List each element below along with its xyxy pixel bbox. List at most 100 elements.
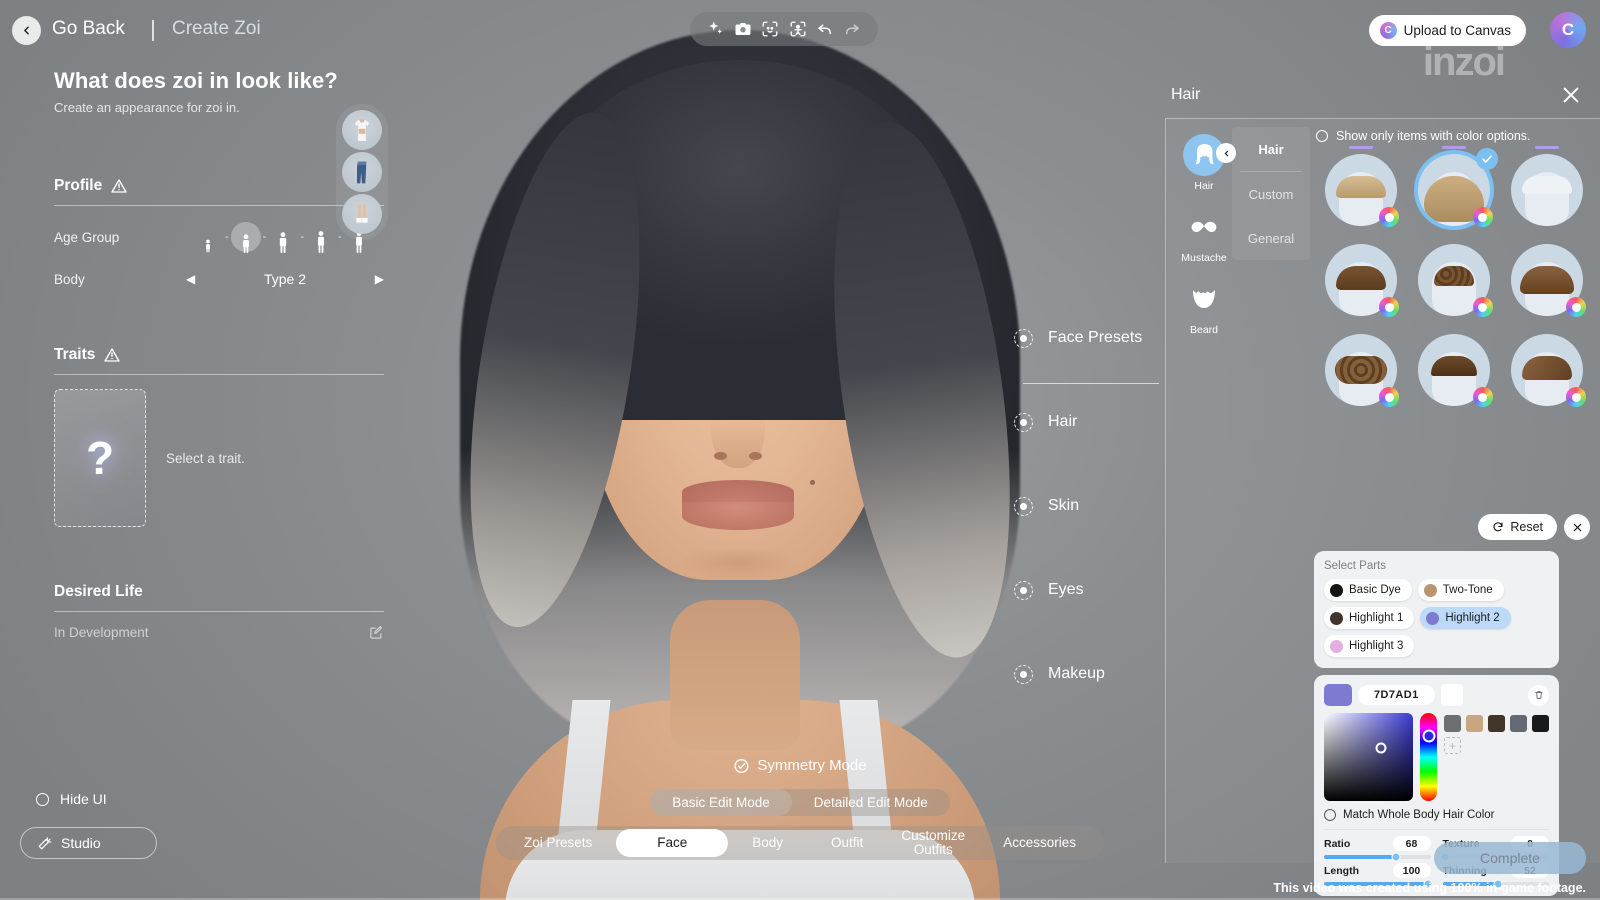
subtab-general[interactable]: General — [1232, 216, 1310, 260]
chip-two-tone[interactable]: Two-Tone — [1418, 579, 1504, 601]
current-color-swatch[interactable] — [1324, 684, 1352, 706]
symmetry-mode-toggle[interactable]: Symmetry Mode — [733, 757, 866, 774]
hue-slider[interactable] — [1420, 713, 1437, 801]
hair-item[interactable] — [1316, 237, 1405, 323]
complete-button[interactable]: Complete — [1434, 842, 1586, 874]
undo-icon[interactable] — [814, 19, 835, 40]
category-rail: Hair Mustache Beard — [1176, 127, 1232, 343]
rail-item-face-presets[interactable]: Face Presets — [1014, 296, 1142, 380]
outfit-thumb-jeans[interactable] — [342, 152, 382, 192]
category-beard[interactable]: Beard — [1176, 271, 1232, 343]
color-wheel-icon[interactable] — [1379, 207, 1399, 227]
hair-item[interactable] — [1503, 147, 1592, 233]
rail-item-makeup[interactable]: Makeup — [1014, 632, 1142, 716]
studio-button[interactable]: Studio — [20, 827, 157, 859]
outfit-thumbnail-strip[interactable] — [336, 104, 388, 240]
color-wheel-icon[interactable] — [1566, 297, 1586, 317]
reset-button[interactable]: Reset — [1478, 514, 1557, 540]
hair-item[interactable] — [1503, 237, 1592, 323]
subtab-hair[interactable]: Hair — [1232, 127, 1310, 171]
head-silhouette — [1339, 172, 1383, 226]
chip-swatch — [1426, 612, 1439, 625]
outfit-thumb-top[interactable] — [342, 110, 382, 150]
category-mustache[interactable]: Mustache — [1176, 199, 1232, 271]
body-prev-button[interactable]: ◀ — [186, 272, 195, 286]
hair-item[interactable] — [1316, 147, 1405, 233]
body-scan-icon[interactable] — [787, 19, 808, 40]
color-wheel-icon[interactable] — [1473, 297, 1493, 317]
back-button[interactable] — [12, 16, 41, 45]
color-wheel-icon[interactable] — [1473, 207, 1493, 227]
chip-highlight-2[interactable]: Highlight 2 — [1420, 607, 1510, 629]
face-scan-icon[interactable] — [760, 19, 781, 40]
slider-value[interactable]: 100 — [1393, 863, 1431, 878]
camera-icon[interactable] — [732, 19, 753, 40]
tab-body[interactable]: Body — [728, 829, 807, 857]
slider-track[interactable] — [1324, 855, 1431, 859]
tab-outfit[interactable]: Outfit — [807, 829, 887, 857]
match-whole-body-toggle[interactable]: Match Whole Body Hair Color — [1324, 809, 1549, 821]
subtab-custom[interactable]: Custom — [1232, 172, 1310, 216]
chip-highlight-1[interactable]: Highlight 1 — [1324, 607, 1414, 629]
detailed-edit-mode-button[interactable]: Detailed Edit Mode — [792, 789, 950, 816]
age-option-child[interactable] — [194, 221, 222, 253]
traits-divider — [54, 374, 384, 375]
chip-highlight-3[interactable]: Highlight 3 — [1324, 635, 1414, 657]
delete-color-button[interactable] — [1528, 685, 1549, 706]
close-color-editor-button[interactable] — [1564, 514, 1590, 540]
secondary-color-swatch[interactable] — [1441, 684, 1463, 706]
panel-collapse-button[interactable] — [1216, 143, 1236, 163]
sv-knob[interactable] — [1376, 743, 1387, 754]
slider-knob[interactable] — [1392, 853, 1401, 862]
color-wheel-icon[interactable] — [1473, 387, 1493, 407]
add-swatch-button[interactable]: + — [1444, 737, 1461, 754]
rail-item-hair[interactable]: Hair — [1014, 380, 1142, 464]
age-option-teen[interactable] — [232, 221, 260, 253]
body-next-button[interactable]: ▶ — [375, 272, 384, 286]
category-hair[interactable]: Hair — [1176, 127, 1232, 199]
hue-knob[interactable] — [1422, 729, 1435, 742]
swatch-preset[interactable] — [1510, 715, 1527, 732]
lower-lip — [682, 502, 794, 530]
saturation-value-field[interactable] — [1324, 713, 1413, 801]
swatch-preset[interactable] — [1488, 715, 1505, 732]
create-zoi-label[interactable]: Create Zoi — [172, 18, 261, 40]
swatch-preset[interactable] — [1466, 715, 1483, 732]
rail-item-skin[interactable]: Skin — [1014, 464, 1142, 548]
tab-customize-outfits[interactable]: Customize Outfits — [887, 829, 979, 857]
tab-face[interactable]: Face — [616, 829, 728, 857]
redo-icon[interactable] — [842, 19, 863, 40]
hide-ui-toggle[interactable]: Hide UI — [36, 791, 107, 807]
go-back-label[interactable]: Go Back — [52, 18, 125, 40]
age-option-adult[interactable] — [307, 221, 335, 253]
basic-edit-mode-button[interactable]: Basic Edit Mode — [650, 789, 792, 816]
tab-zoi-presets[interactable]: Zoi Presets — [500, 829, 616, 857]
inzoi-character-creator: Go Back Create Zoi C Upl — [0, 0, 1600, 900]
slider-value[interactable]: 68 — [1393, 836, 1431, 851]
hair-item[interactable] — [1316, 327, 1405, 413]
hair-item[interactable] — [1409, 327, 1498, 413]
hair-item[interactable] — [1503, 327, 1592, 413]
rail-item-eyes[interactable]: Eyes — [1014, 548, 1142, 632]
swatch-preset[interactable] — [1444, 715, 1461, 732]
hex-value-field[interactable]: 7D7AD1 — [1358, 685, 1435, 705]
chip-basic-dye[interactable]: Basic Dye — [1324, 579, 1412, 601]
swatch-preset[interactable] — [1532, 715, 1549, 732]
color-wheel-icon[interactable] — [1379, 297, 1399, 317]
body-label: Body — [54, 272, 186, 287]
tab-accessories[interactable]: Accessories — [979, 829, 1100, 857]
trait-slot-empty[interactable]: ? — [54, 389, 146, 527]
show-color-options-filter[interactable]: Show only items with color options. — [1316, 129, 1596, 143]
color-wheel-icon[interactable] — [1566, 387, 1586, 407]
body-type-stepper[interactable]: ◀ Type 2 ▶ — [186, 271, 384, 287]
close-x-icon[interactable] — [1560, 84, 1582, 106]
outfit-thumb-shoes[interactable] — [342, 194, 382, 234]
sparkle-icon[interactable] — [705, 19, 726, 40]
hair-item-selected[interactable] — [1409, 147, 1498, 233]
account-avatar[interactable]: C — [1550, 12, 1586, 48]
hair-item[interactable] — [1409, 237, 1498, 323]
edit-pencil-icon[interactable] — [369, 625, 384, 640]
age-option-young-adult[interactable] — [269, 221, 297, 253]
color-wheel-icon[interactable] — [1379, 387, 1399, 407]
hair-thumbnail — [1511, 154, 1583, 226]
